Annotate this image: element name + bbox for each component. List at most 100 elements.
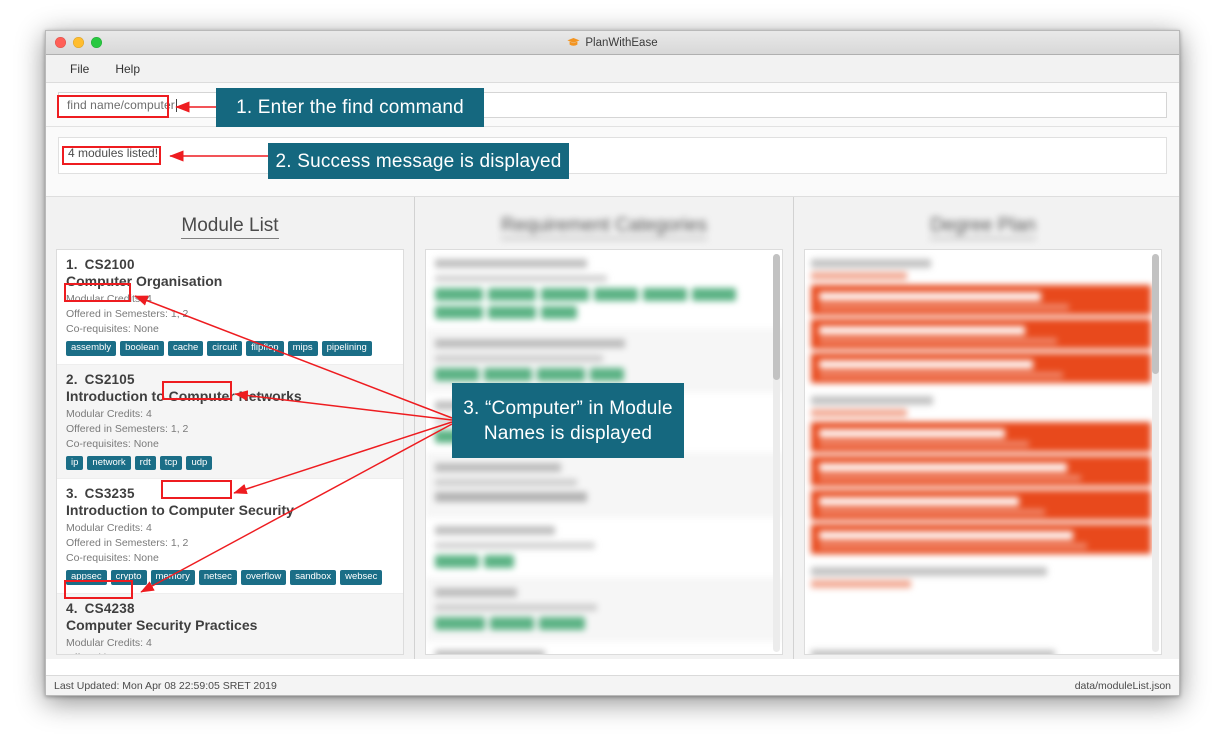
semester-block[interactable] [805,387,1161,554]
module-chip [590,368,624,381]
semester-block[interactable] [805,641,1161,654]
plan-module-row[interactable] [811,490,1151,520]
module-code: CS2100 [84,257,135,272]
semester-block[interactable] [805,558,1161,641]
tag-chip: websec [340,570,383,585]
requirement-section[interactable] [426,454,782,517]
result-message: 4 modules listed! [68,146,159,160]
module-name: Computer Security Practices [66,616,258,633]
section-heading [435,463,561,472]
tag-chip: ip [66,455,84,470]
module-name: Introduction to Computer Networks [66,387,302,404]
requirement-section[interactable] [426,641,782,654]
module-semesters: Offered in Semesters: 1, 2 [66,537,189,549]
tag-chip: flipflop [246,341,284,356]
semester-heading [811,396,933,405]
section-subtext [435,355,603,362]
plan-module-row[interactable] [811,422,1151,452]
section-heading [435,588,517,597]
module-chip [435,617,485,630]
module-coreqs: Co-requisites: None [66,323,159,335]
requirement-section[interactable] [426,392,782,454]
degree-plan-panel: Degree Plan [794,197,1172,659]
section-heading [435,259,587,268]
module-card[interactable]: 2. CS2105 Introduction to Computer Networ… [57,364,403,479]
scrollbar-track[interactable] [773,254,780,652]
tag-chip: assembly [66,341,117,356]
status-save-location: data/moduleList.json [1074,679,1171,692]
tag-chip: udp [186,455,213,470]
requirement-section[interactable] [426,330,782,392]
empty-category-note [435,492,587,502]
tag-chip: sandbox [290,570,337,585]
tag-chip: boolean [120,341,164,356]
module-chip [594,288,638,301]
menu-file[interactable]: File [60,59,99,79]
menu-help[interactable]: Help [105,59,150,79]
module-credits: Modular Credits: 4 [66,522,152,534]
plan-module-row[interactable] [811,285,1151,315]
scrollbar-thumb[interactable] [1152,254,1159,374]
tag-chip: netsec [198,570,237,585]
module-semesters: Offered in Semesters: 2 [66,651,394,655]
requirement-sections [426,250,782,654]
module-card[interactable]: 3. CS3235 Introduction to Computer Securi… [57,479,403,594]
section-subtext [435,479,577,486]
module-code: CS3235 [84,486,135,501]
module-list-surface[interactable]: 1. CS2100 Computer Organisation Modular C… [56,249,404,655]
scrollbar-thumb[interactable] [773,254,780,380]
module-chip [484,430,528,443]
requirement-section[interactable] [426,250,782,330]
command-input[interactable]: find name/computer [58,92,1167,118]
module-name: Computer Organisation [66,273,223,289]
module-card[interactable]: 4. CS4238 Computer Security Practices Mod… [57,593,403,655]
graduation-cap-icon [567,38,580,46]
module-chip [692,288,736,301]
section-subtext [435,604,597,611]
tag-chip: circuit [207,341,243,356]
menubar: File Help [46,55,1179,83]
module-chip [488,306,536,319]
requirement-categories-surface[interactable] [425,249,783,655]
module-coreqs: Co-requisites: None [66,552,159,564]
module-list-panel: Module List 1. CS2100 Computer Organisati… [46,197,414,659]
module-chip [533,430,583,443]
section-subtext [435,275,607,282]
degree-plan-sections [805,250,1161,654]
semester-heading [811,567,1047,576]
plan-module-row[interactable] [811,319,1151,349]
module-card[interactable]: 1. CS2100 Computer Organisation Modular C… [57,250,403,365]
module-chip [539,617,585,630]
module-chip [643,288,687,301]
tag-chip: tcp [159,455,183,470]
requirement-categories-panel: Requirement Categories [415,197,793,659]
tag-chip: memory [150,570,195,585]
module-chip [541,306,577,319]
module-chip [435,368,479,381]
tag-chip: crypto [110,570,147,585]
plan-module-row[interactable] [811,524,1151,554]
module-name: Introduction to Computer Security [66,502,294,518]
requirement-section[interactable] [426,579,782,641]
semester-block[interactable] [805,250,1161,383]
module-tags: appsec crypto memory netsec overflow san… [66,570,394,585]
semester-heading [811,259,931,268]
module-chip-group [435,288,773,319]
requirement-section[interactable] [426,517,782,579]
semester-credits [811,580,911,588]
module-header: 1. CS2100 [66,257,394,272]
degree-plan-surface[interactable] [804,249,1162,655]
module-chip [537,368,585,381]
status-last-updated: Last Updated: Mon Apr 08 22:59:05 SRET 2… [54,679,277,692]
module-tags: assembly boolean cache circuit flipflop … [66,341,394,356]
module-chip [484,368,532,381]
section-heading [435,526,555,535]
module-chip-group [435,430,773,443]
scrollbar-track[interactable] [1152,254,1159,652]
module-coreqs: Co-requisites: None [66,437,159,450]
plan-module-row[interactable] [811,353,1151,383]
window-titlebar: PlanWithEase [46,31,1179,55]
module-code: CS2105 [84,371,135,387]
plan-module-row[interactable] [811,456,1151,486]
module-credits: Modular Credits: 4 [66,636,152,649]
